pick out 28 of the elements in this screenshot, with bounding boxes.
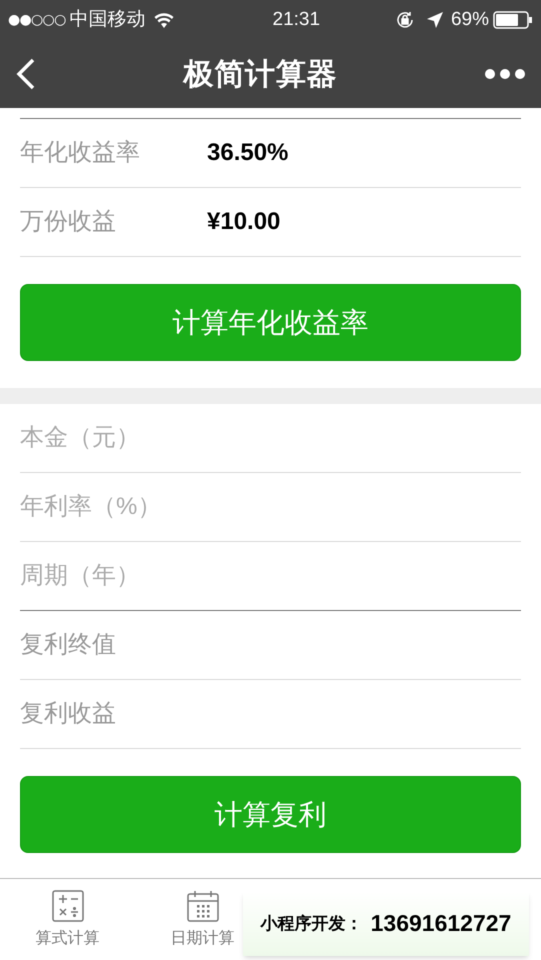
input-field[interactable]: 年利率（%） [20, 473, 521, 541]
row-label: 万份收益 [20, 207, 117, 237]
input-field[interactable]: 本金（元） [20, 404, 521, 472]
calculate-button[interactable]: 计算年化收益率 [20, 284, 521, 361]
phone-number: 13691612727 [370, 909, 512, 938]
back-icon[interactable] [16, 58, 36, 90]
signal-strength: ●●○○○ [8, 10, 66, 30]
tab[interactable]: 算式计算 [36, 879, 100, 960]
tab[interactable]: 日期计算 [170, 879, 234, 960]
result-label: 复利收益 [20, 699, 116, 729]
carrier-name: 中国移动 [70, 8, 146, 32]
banner-text: 小程序开发： [260, 912, 363, 935]
rotation-lock-icon [394, 10, 415, 30]
input-field[interactable]: 周期（年） [20, 542, 521, 610]
calculator-icon [50, 888, 84, 922]
location-arrow-icon [426, 12, 443, 28]
battery-icon [493, 11, 533, 29]
row-label: 年化收益率 [20, 138, 141, 168]
wifi-icon [154, 12, 174, 28]
clock: 21:31 [272, 8, 320, 32]
row-value: ¥10.00 [207, 207, 280, 237]
calendar-icon [186, 888, 220, 922]
more-icon[interactable] [485, 68, 525, 80]
result-label: 复利终值 [20, 630, 116, 660]
page-title: 极简计算器 [184, 56, 338, 92]
battery-percent: 69% [450, 8, 489, 32]
row-value: 36.50% [207, 138, 288, 168]
calculate-button[interactable]: 计算复利 [20, 776, 521, 853]
